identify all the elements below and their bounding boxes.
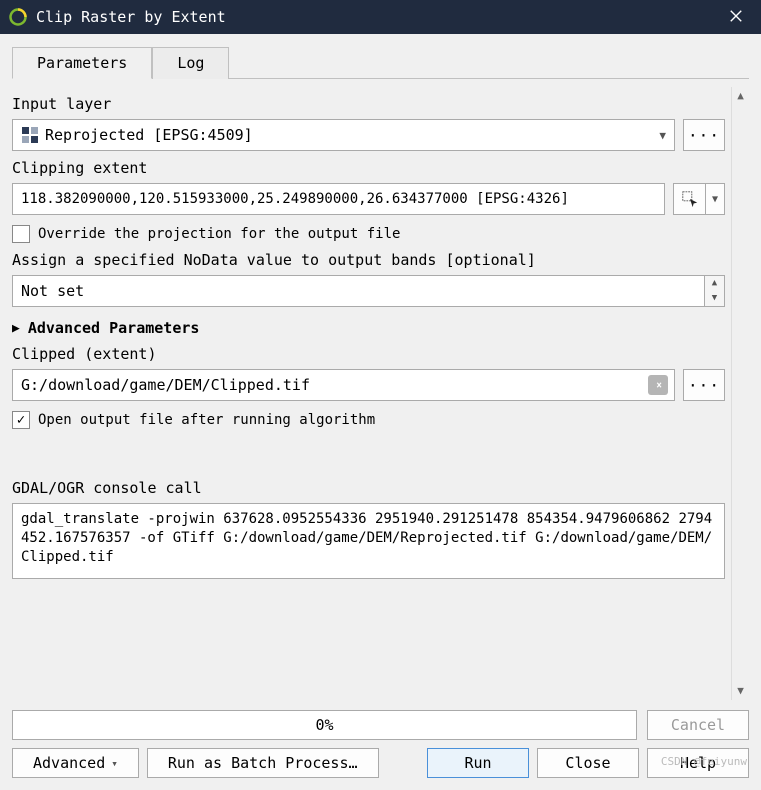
help-button[interactable]: Help — [647, 748, 749, 778]
advanced-parameters-label: Advanced Parameters — [28, 319, 200, 337]
scroll-up-icon[interactable]: ▲ — [732, 87, 749, 105]
tab-log[interactable]: Log — [152, 47, 229, 79]
clipping-extent-label: Clipping extent — [12, 159, 725, 177]
input-layer-value: Reprojected [EPSG:4509] — [45, 126, 653, 144]
raster-layer-icon — [21, 126, 39, 144]
chevron-down-icon[interactable]: ▼ — [706, 184, 724, 214]
input-layer-combo[interactable]: Reprojected [EPSG:4509] ▼ — [12, 119, 675, 151]
advanced-button[interactable]: Advanced — [12, 748, 139, 778]
chevron-down-icon: ▼ — [653, 129, 666, 142]
run-button[interactable]: Run — [427, 748, 529, 778]
close-button[interactable]: Close — [537, 748, 639, 778]
override-projection-checkbox[interactable] — [12, 225, 30, 243]
run-batch-button[interactable]: Run as Batch Process… — [147, 748, 379, 778]
title-bar: Clip Raster by Extent — [0, 0, 761, 34]
console-call-label: GDAL/OGR console call — [12, 479, 725, 497]
spin-up-icon[interactable]: ▲ — [705, 276, 724, 291]
window-body: Parameters Log Input layer Reprojected [… — [0, 34, 761, 790]
clipped-output-label: Clipped (extent) — [12, 345, 725, 363]
scroll-down-icon[interactable]: ▼ — [732, 682, 749, 700]
vertical-scrollbar[interactable]: ▲ ▼ — [731, 87, 749, 700]
nodata-value: Not set — [21, 282, 84, 300]
parameters-scroll: Input layer Reprojected [EPSG:4509] ▼ ··… — [12, 87, 749, 700]
advanced-parameters-toggle[interactable]: ▶ Advanced Parameters — [12, 319, 725, 337]
console-call-output: gdal_translate -projwin 637628.095255433… — [12, 503, 725, 579]
extent-picker-button[interactable]: ▼ — [673, 183, 725, 215]
parameters-panel: Input layer Reprojected [EPSG:4509] ▼ ··… — [12, 87, 731, 700]
open-after-checkbox[interactable]: ✓ — [12, 411, 30, 429]
tabs: Parameters Log — [12, 46, 749, 79]
clipped-output-value: G:/download/game/DEM/Clipped.tif — [21, 376, 648, 394]
triangle-right-icon: ▶ — [12, 321, 20, 336]
cancel-button: Cancel — [647, 710, 749, 740]
open-after-label: Open output file after running algorithm — [38, 412, 375, 428]
tab-parameters[interactable]: Parameters — [12, 47, 152, 79]
extent-select-icon[interactable] — [674, 184, 706, 214]
nodata-spinbox[interactable]: Not set ▲ ▼ — [12, 275, 725, 307]
close-button[interactable] — [725, 7, 747, 28]
input-layer-more-button[interactable]: ··· — [683, 119, 725, 151]
clipped-output-more-button[interactable]: ··· — [683, 369, 725, 401]
progress-bar: 0% — [12, 710, 637, 740]
input-layer-label: Input layer — [12, 95, 725, 113]
bottom-bar: 0% Cancel Advanced Run as Batch Process…… — [12, 710, 749, 778]
nodata-label: Assign a specified NoData value to outpu… — [12, 251, 725, 269]
clipped-output-field[interactable]: G:/download/game/DEM/Clipped.tif — [12, 369, 675, 401]
override-projection-label: Override the projection for the output f… — [38, 226, 400, 242]
clipping-extent-input[interactable] — [12, 183, 665, 215]
spin-down-icon[interactable]: ▼ — [705, 291, 724, 306]
clear-input-icon[interactable] — [648, 375, 668, 395]
app-logo-icon — [8, 7, 28, 27]
window-title: Clip Raster by Extent — [36, 8, 725, 26]
